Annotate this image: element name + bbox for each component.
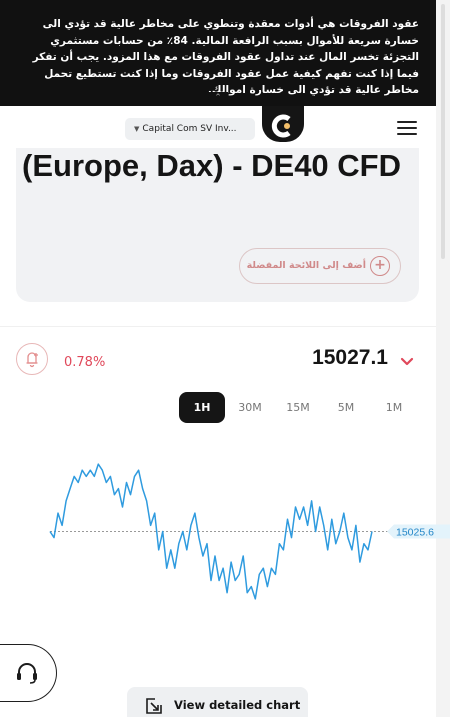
view-detailed-chart-label: View detailed chart [174, 698, 301, 712]
double-chevron-up-icon[interactable]: ⌃ [208, 92, 228, 106]
timeframe-selector: 1H 30M 15M 5M 1M [179, 392, 419, 423]
current-price: 15027.1 [312, 346, 388, 369]
timeframe-5m[interactable]: 5M [323, 392, 369, 423]
current-price-tag: 15025.6 [387, 524, 450, 539]
risk-warning-text: عقود الفروقات هي أدوات معقدة وتنطوي على … [32, 18, 419, 96]
add-to-favorites-label: أضف إلى اللائحة المفضلة [246, 260, 366, 271]
chevron-down-icon[interactable] [400, 357, 414, 367]
capital-com-logo[interactable] [262, 106, 304, 142]
timeframe-30m[interactable]: 30M [227, 392, 273, 423]
support-button[interactable] [0, 644, 57, 702]
caret-down-icon: ▼ [134, 125, 140, 133]
timeframe-1m[interactable]: 1M [371, 392, 417, 423]
headset-icon [17, 663, 37, 684]
hamburger-menu-icon[interactable] [397, 121, 417, 135]
plus-circle-icon: + [370, 256, 390, 276]
instrument-title: (Europe, Dax) - DE40 CFD [22, 148, 401, 183]
broker-selector-label: Capital Com SV Inv... [142, 124, 237, 134]
current-price-tag-label: 15025.6 [396, 527, 434, 539]
view-detailed-chart-button[interactable]: View detailed chart [127, 687, 308, 717]
instrument-card: (Europe, Dax) - DE40 CFD أضف إلى اللائحة… [16, 148, 419, 302]
risk-warning-banner: عقود الفروقات هي أدوات معقدة وتنطوي على … [0, 0, 436, 106]
expand-arrow-icon [146, 698, 162, 714]
scrollbar-thumb[interactable] [441, 4, 445, 259]
timeframe-1h[interactable]: 1H [179, 392, 225, 423]
price-change: 0.78% [64, 355, 106, 370]
price-chart[interactable]: 15025.6 [0, 440, 450, 620]
price-alert-button[interactable] [16, 343, 48, 375]
add-to-favorites-button[interactable]: أضف إلى اللائحة المفضلة + [239, 248, 401, 284]
logo-mark [271, 114, 291, 138]
timeframe-15m[interactable]: 15M [275, 392, 321, 423]
broker-selector[interactable]: ▼ Capital Com SV Inv... [125, 118, 255, 140]
bell-plus-icon [26, 352, 38, 368]
